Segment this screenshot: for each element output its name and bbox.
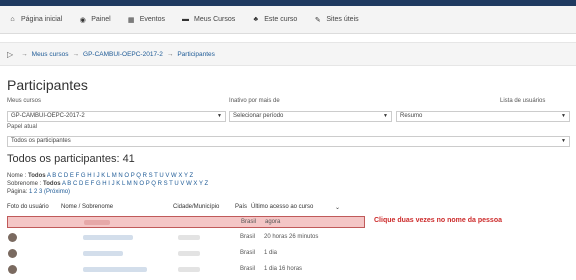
inactive-value: Selecionar período	[233, 113, 284, 119]
my-courses-label: Meus cursos	[7, 98, 42, 104]
row-country: Brasil	[240, 234, 256, 240]
chevron-down-icon: ▼	[561, 113, 566, 119]
name-letter-filter: Nome : Todos A B C D E F G H I J K L M N…	[7, 173, 193, 179]
breadcrumb-course[interactable]: GP-CAMBUI-OEPC-2017-2	[83, 51, 163, 58]
row-last-access: 20 horas 26 minutos	[264, 234, 319, 240]
header-city[interactable]: Cidade/Município	[173, 204, 219, 210]
dashboard-icon: ◉	[79, 16, 86, 24]
home-icon: ⌂	[10, 16, 15, 23]
breadcrumb-arrow: →	[166, 50, 174, 58]
nav-useful-sites[interactable]: ✎ Sites úteis	[313, 16, 359, 24]
name-filter-all[interactable]: Todos	[28, 173, 46, 179]
table-row[interactable]: Brasil 1 dia	[7, 248, 365, 260]
nav-home-label: Página inicial	[21, 16, 63, 23]
course-icon: ♣	[253, 16, 259, 23]
folder-icon: ▷	[7, 49, 14, 59]
nav-my-courses-label: Meus Cursos	[194, 16, 236, 23]
breadcrumb: ▷ → Meus cursos → GP-CAMBUI-OEPC-2017-2 …	[0, 42, 576, 66]
nav-home[interactable]: ⌂ Página inicial	[8, 16, 62, 23]
nav-dashboard-label: Painel	[91, 16, 111, 23]
redacted-city	[178, 235, 200, 240]
redacted-name[interactable]	[83, 235, 133, 240]
redacted-name[interactable]	[84, 220, 110, 225]
header-photo[interactable]: Foto do usuário	[7, 204, 49, 210]
redacted-name[interactable]	[83, 251, 123, 256]
my-courses-value: GP-CAMBUI-OEPC-2017-2	[11, 113, 85, 119]
row-last-access: agora	[265, 219, 281, 225]
surname-filter-all[interactable]: Todos	[43, 181, 61, 187]
breadcrumb-my-courses[interactable]: Meus cursos	[32, 51, 69, 58]
role-label: Papel atual	[7, 124, 38, 130]
redacted-city	[178, 267, 200, 272]
row-last-access: 1 dia	[264, 250, 278, 256]
nav-this-course[interactable]: ♣ Este curso	[251, 16, 297, 23]
header-name[interactable]: Nome / Sobrenome	[61, 204, 113, 210]
pagination: Página: 1 2 3 (Próximo)	[7, 189, 70, 195]
nav-useful-sites-label: Sites úteis	[326, 16, 359, 23]
user-list-select[interactable]: Resumo ▼	[396, 111, 570, 122]
redacted-city	[178, 251, 200, 256]
chevron-down-icon: ▼	[217, 113, 222, 119]
chevron-down-icon: ▼	[561, 138, 566, 144]
nav-my-courses[interactable]: ▬ Meus Cursos	[181, 16, 235, 23]
row-last-access: 1 dia 16 horas	[264, 266, 303, 272]
redacted-name[interactable]	[83, 267, 147, 272]
table-row[interactable]: Brasil agora	[7, 216, 365, 228]
sort-icon[interactable]: ⌄	[335, 204, 340, 211]
inactive-label: Inativo por mais de	[229, 98, 280, 104]
participants-count-title: Todos os participantes: 41	[7, 153, 135, 165]
pagination-links[interactable]: 1 2 3 (Próximo)	[29, 189, 70, 195]
user-list-value: Resumo	[400, 113, 423, 119]
breadcrumb-arrow: →	[72, 50, 80, 58]
double-click-hint: Clique duas vezes no nome da pessoa	[374, 217, 502, 224]
user-list-label: Lista de usuários	[500, 98, 546, 104]
breadcrumb-arrow: →	[21, 50, 28, 58]
main-navbar: ⌂ Página inicial ◉ Painel ▦ Eventos ▬ Meus C…	[0, 6, 576, 34]
header-last-access[interactable]: Último acesso ao curso	[251, 204, 313, 210]
avatar	[8, 233, 17, 242]
page-title: Participantes	[7, 77, 88, 93]
surname-letter-filter: Sobrenome : Todos A B C D E F G H I J K …	[7, 181, 208, 187]
name-filter-letters[interactable]: A B C D E F G H I J K L M N O P Q R S T …	[47, 173, 193, 179]
table-row[interactable]: Brasil 1 dia 16 horas	[7, 264, 365, 276]
calendar-icon: ▦	[127, 16, 135, 24]
surname-filter-label: Sobrenome :	[7, 181, 44, 187]
my-courses-select[interactable]: GP-CAMBUI-OEPC-2017-2 ▼	[7, 111, 226, 122]
row-country: Brasil	[240, 266, 256, 272]
chevron-down-icon: ▼	[383, 113, 388, 119]
avatar	[8, 265, 17, 274]
avatar	[8, 249, 17, 258]
nav-this-course-label: Este curso	[264, 16, 298, 23]
table-header: Foto do usuário Nome / Sobrenome Cidade/…	[7, 204, 567, 213]
surname-filter-letters[interactable]: A B C D E F G H I J K L M N O P Q R S T …	[62, 181, 208, 187]
role-value: Todos os participantes	[11, 138, 71, 144]
name-filter-label: Nome :	[7, 173, 29, 179]
breadcrumb-participants[interactable]: Participantes	[177, 51, 215, 58]
courses-icon: ▬	[182, 16, 190, 23]
row-country: Brasil	[240, 250, 256, 256]
nav-dashboard[interactable]: ◉ Painel	[78, 16, 111, 24]
header-country[interactable]: País	[235, 204, 247, 210]
pagination-label: Página:	[7, 189, 30, 195]
wrench-icon: ✎	[314, 16, 321, 24]
row-country: Brasil	[241, 219, 257, 225]
nav-events[interactable]: ▦ Eventos	[127, 16, 165, 24]
nav-events-label: Eventos	[139, 16, 166, 23]
role-select[interactable]: Todos os participantes ▼	[7, 136, 570, 147]
inactive-select[interactable]: Selecionar período ▼	[229, 111, 392, 122]
table-row[interactable]: Brasil 20 horas 26 minutos	[7, 232, 365, 244]
